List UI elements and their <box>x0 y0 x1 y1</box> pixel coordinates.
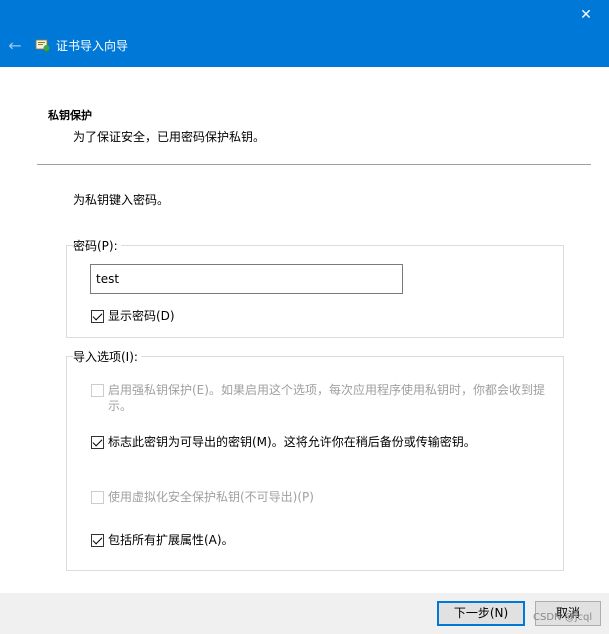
wizard-title: 证书导入向导 <box>56 39 129 53</box>
extended-properties-label: 包括所有扩展属性(A)。 <box>108 533 234 547</box>
watermark-text: CSDN @jcql <box>533 612 593 623</box>
next-button[interactable]: 下一步(N) <box>437 601 525 626</box>
section-title: 私钥保护 <box>48 109 92 122</box>
virtualization-protection-checkbox-row: 使用虚拟化安全保护私钥(不可导出)(P) <box>91 489 314 505</box>
extended-properties-checkbox[interactable] <box>91 534 104 547</box>
password-input[interactable] <box>90 264 403 294</box>
section-subtitle: 为了保证安全，已用密码保护私钥。 <box>73 130 266 144</box>
certificate-wizard-icon <box>35 39 50 53</box>
exportable-key-label: 标志此密钥为可导出的密钥(M)。这将允许你在稍后备份或传输密钥。 <box>108 435 476 449</box>
window-titlebar: ✕ ← 证书导入向导 <box>0 0 609 67</box>
header-divider <box>37 164 591 165</box>
extended-properties-checkbox-row[interactable]: 包括所有扩展属性(A)。 <box>91 532 234 548</box>
close-icon[interactable]: ✕ <box>563 0 609 30</box>
instruction-text: 为私钥键入密码。 <box>73 193 170 207</box>
strong-protection-checkbox <box>91 384 104 397</box>
exportable-key-checkbox[interactable] <box>91 436 104 449</box>
import-options-label: 导入选项(I): <box>73 348 141 365</box>
show-password-checkbox[interactable] <box>91 310 104 323</box>
back-arrow-icon[interactable]: ← <box>4 36 26 56</box>
show-password-label: 显示密码(D) <box>108 309 175 323</box>
strong-protection-label: 启用强私钥保护(E)。如果启用这个选项，每次应用程序使用私钥时，你都会收到提 示。 <box>108 383 545 413</box>
virtualization-protection-checkbox <box>91 491 104 504</box>
virtualization-protection-label: 使用虚拟化安全保护私钥(不可导出)(P) <box>108 490 314 504</box>
show-password-checkbox-row[interactable]: 显示密码(D) <box>91 308 175 324</box>
strong-protection-checkbox-row: 启用强私钥保护(E)。如果启用这个选项，每次应用程序使用私钥时，你都会收到提 示。 <box>91 382 568 414</box>
password-group-label: 密码(P): <box>73 237 121 254</box>
exportable-key-checkbox-row[interactable]: 标志此密钥为可导出的密钥(M)。这将允许你在稍后备份或传输密钥。 <box>91 434 476 450</box>
